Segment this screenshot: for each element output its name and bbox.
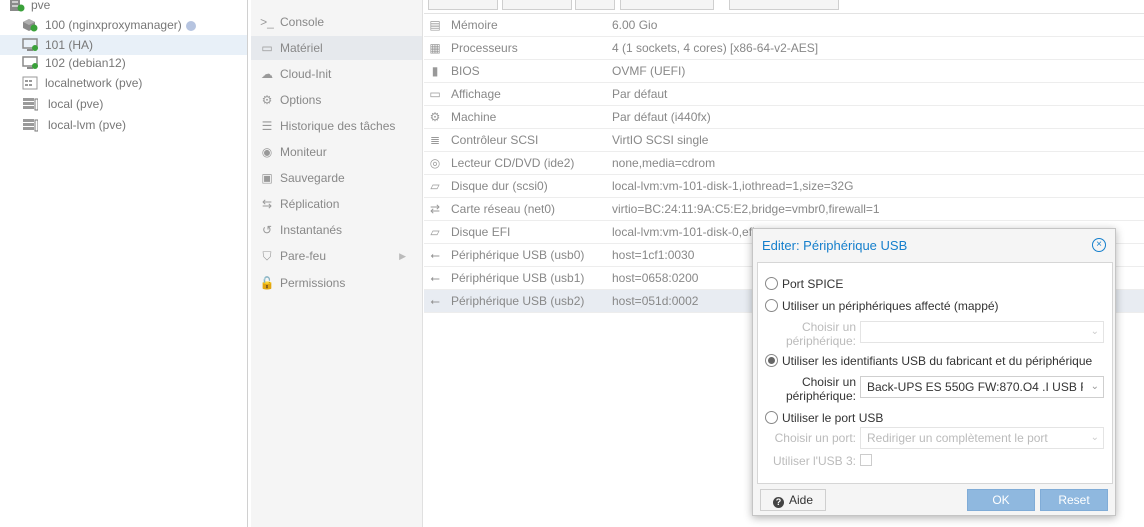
eye-icon: ◉ — [261, 145, 273, 159]
hdd-icon: ▱ — [430, 225, 440, 239]
nav-item-replication[interactable]: ⇆ Réplication — [251, 192, 422, 216]
database-icon: ≣ — [429, 133, 441, 147]
nav-item-hardware[interactable]: ▭ Matériel — [251, 36, 422, 60]
edit-button[interactable] — [575, 0, 615, 10]
tree-node-102[interactable]: 102 (debian12) — [0, 53, 247, 73]
table-row[interactable]: ◎ Lecteur CD/DVD (ide2) none,media=cdrom — [424, 152, 1144, 175]
mapped-device-label: Choisir un périphérique: — [785, 320, 856, 348]
retweet-icon: ⇆ — [261, 197, 273, 211]
server-icon — [10, 0, 25, 12]
dialog-title: Editer: Périphérique USB — [762, 238, 908, 253]
hardware-toolbar — [424, 0, 1144, 14]
vm-icon — [22, 38, 38, 51]
floppy-icon: ▣ — [261, 171, 273, 185]
radio-vendor-device-id[interactable]: Utiliser les identifiants USB du fabrica… — [765, 351, 1092, 369]
table-row[interactable]: ⚙ Machine Par défaut (i440fx) — [424, 106, 1144, 129]
cogs-icon: ⚙ — [429, 110, 441, 124]
dialog-footer: ? Aide OK Reset — [753, 485, 1115, 515]
terminal-icon: >_ — [260, 15, 274, 29]
reset-button[interactable]: Reset — [1040, 489, 1108, 511]
add-button[interactable] — [428, 0, 498, 10]
disk-action-button[interactable] — [620, 0, 714, 10]
microchip-icon: ▮ — [431, 64, 439, 78]
table-row[interactable]: ≣ Contrôleur SCSI VirtIO SCSI single — [424, 129, 1144, 152]
radio-button[interactable] — [765, 354, 778, 368]
vm-icon — [22, 56, 38, 69]
table-row[interactable]: ▭ Affichage Par défaut — [424, 83, 1144, 106]
table-row[interactable]: ▮ BIOS OVMF (UEFI) — [424, 60, 1144, 83]
dialog-header[interactable]: Editer: Périphérique USB × — [753, 229, 1115, 261]
dialog-body: Port SPICE Utiliser un périphériques aff… — [757, 262, 1113, 484]
nav-item-console[interactable]: >_ Console — [251, 10, 422, 34]
delete-button[interactable] — [502, 0, 572, 10]
tree-node-local-lvm[interactable]: local-lvm (pve) — [0, 115, 247, 135]
cdrom-icon: ◎ — [429, 156, 441, 170]
tree-node-100[interactable]: 100 (nginxproxymanager) — [0, 15, 247, 35]
usb-device-select[interactable]: Back-UPS ES 550G FW:870.O4 .I USB FW:O4 … — [860, 376, 1104, 398]
list-icon: ☰ — [261, 119, 273, 133]
tree-node-pve[interactable]: pve — [0, 0, 247, 15]
nav-item-task-history[interactable]: ☰ Historique des tâches — [251, 114, 422, 138]
chevron-down-icon: ⌄ — [1090, 432, 1099, 443]
nav-item-monitor[interactable]: ◉ Moniteur — [251, 140, 422, 164]
nav-item-permissions[interactable]: 🔓 Permissions — [251, 271, 422, 295]
nav-item-options[interactable]: ⚙ Options — [251, 88, 422, 112]
close-icon[interactable]: × — [1092, 238, 1106, 252]
usb3-checkbox[interactable] — [860, 454, 872, 466]
nav-item-backup[interactable]: ▣ Sauvegarde — [251, 166, 422, 190]
gear-icon: ⚙ — [261, 93, 273, 107]
history-icon: ↺ — [261, 223, 273, 237]
storage-icon — [23, 98, 38, 111]
table-row[interactable]: ▱ Disque dur (scsi0) local-lvm:vm-101-di… — [424, 175, 1144, 198]
vm-nav-panel: >_ Console ▭ Matériel ☁ Cloud-Init ⚙ Opt… — [251, 0, 423, 527]
usb-port-select[interactable]: Rediriger un complètement le port ⌄ — [860, 427, 1104, 449]
display-icon: ▭ — [429, 87, 441, 101]
monitor-icon: ▭ — [261, 41, 273, 55]
resource-tree: pve 100 (nginxproxymanager) 101 (HA) 102… — [0, 0, 248, 527]
tree-label-100: 100 (nginxproxymanager) — [45, 18, 182, 32]
hdd-icon: ▱ — [430, 179, 440, 193]
usb3-label: Utiliser l'USB 3: — [773, 454, 856, 468]
ha-status-dot-icon — [185, 20, 196, 31]
chevron-down-icon: ⌄ — [1090, 381, 1099, 392]
usb-icon: ⭠ — [430, 294, 440, 308]
help-button[interactable]: ? Aide — [760, 489, 826, 511]
unlock-icon: 🔓 — [259, 276, 275, 290]
radio-button[interactable] — [765, 277, 778, 291]
usb-icon: ⭠ — [430, 271, 440, 285]
shield-icon: ⛉ — [262, 249, 272, 263]
question-circle-icon: ? — [772, 497, 784, 508]
usb-port-label: Choisir un port: — [774, 431, 856, 445]
chevron-down-icon: ⌄ — [1090, 326, 1099, 337]
exchange-icon: ⇄ — [429, 202, 441, 216]
revert-button[interactable] — [729, 0, 839, 10]
tree-node-101[interactable]: 101 (HA) — [0, 35, 247, 55]
storage-icon — [23, 119, 38, 132]
ok-button[interactable]: OK — [967, 489, 1035, 511]
mapped-device-select[interactable]: ⌄ — [860, 321, 1104, 343]
radio-usb-port[interactable]: Utiliser le port USB — [765, 408, 883, 426]
vendor-device-label: Choisir un périphérique: — [785, 375, 856, 403]
table-row[interactable]: ▦ Processeurs 4 (1 sockets, 4 cores) [x8… — [424, 37, 1144, 60]
nav-item-cloud-init[interactable]: ☁ Cloud-Init — [251, 62, 422, 86]
container-icon — [23, 19, 38, 32]
usb-icon: ⭠ — [430, 248, 440, 262]
tree-node-localnetwork[interactable]: localnetwork (pve) — [0, 73, 247, 93]
radio-button[interactable] — [765, 299, 778, 313]
table-row[interactable]: ⇄ Carte réseau (net0) virtio=BC:24:11:9A… — [424, 198, 1144, 221]
radio-mapped-device[interactable]: Utiliser un périphériques affecté (mappé… — [765, 296, 999, 314]
cpu-icon: ▦ — [429, 41, 441, 55]
table-row[interactable]: ▤ Mémoire 6.00 Gio — [424, 14, 1144, 37]
nav-item-firewall[interactable]: ⛉ Pare-feu ▶ — [251, 244, 422, 268]
chevron-right-icon: ▶ — [399, 251, 406, 261]
edit-usb-dialog: Editer: Périphérique USB × Port SPICE Ut… — [752, 228, 1116, 516]
nav-item-snapshots[interactable]: ↺ Instantanés — [251, 218, 422, 242]
radio-button[interactable] — [765, 411, 778, 425]
radio-spice-port[interactable]: Port SPICE — [765, 274, 843, 292]
memory-icon: ▤ — [429, 18, 441, 32]
cloud-icon: ☁ — [261, 67, 273, 81]
tree-node-local[interactable]: local (pve) — [0, 94, 247, 114]
network-icon — [22, 76, 38, 90]
